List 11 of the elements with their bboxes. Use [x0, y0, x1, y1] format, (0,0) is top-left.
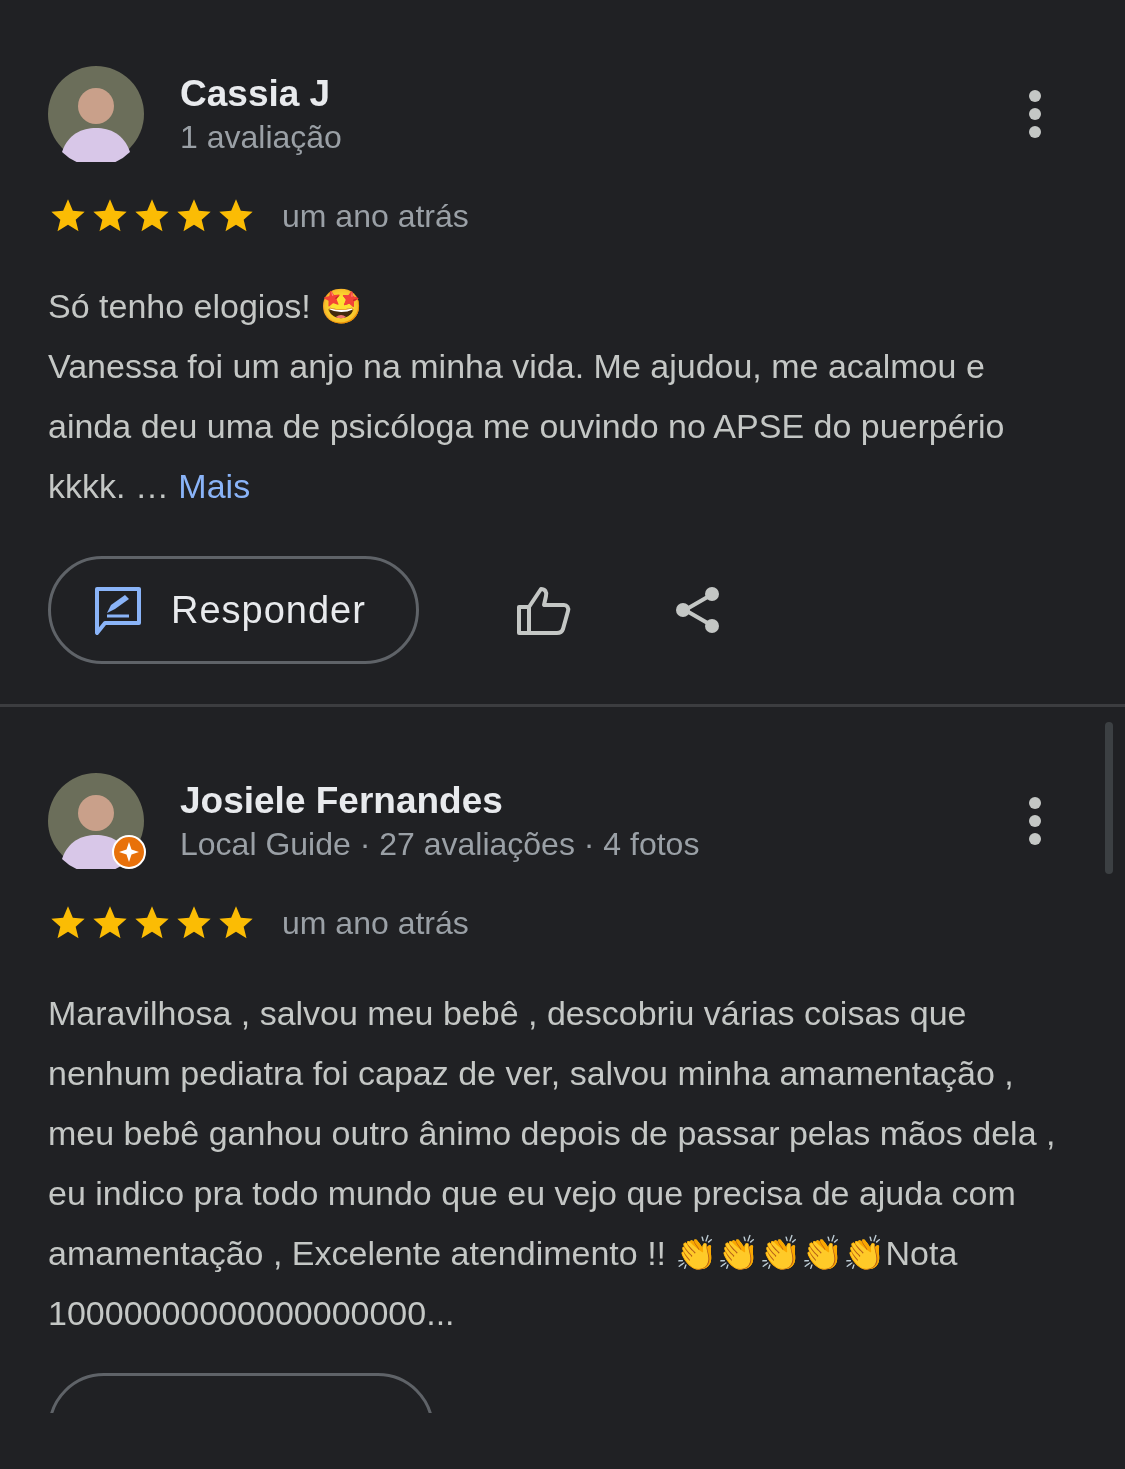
more-link[interactable]: Mais [178, 467, 251, 505]
review-text: Maravilhosa , salvou meu bebê , descobriu várias coisas que nenhum pediatra foi capaz de ver, salvou minha amamentação , meu bebê ganhou outro ânimo depois de passar pelas mãos dela , eu indico pra todo mundo que eu vejo que precisa de ajuda com amamentação , Excelente atendimento !! 👏👏👏👏👏Nota 10000000000000000000... [48, 993, 1057, 1334]
review-date: um ano atrás [282, 904, 469, 942]
reviewer-info: 1 avaliação [180, 118, 342, 156]
review-date: um ano atrás [282, 197, 469, 235]
reviewer-name[interactable]: Josiele Fernandes [180, 779, 989, 822]
scrollbar[interactable] [1105, 722, 1113, 874]
reviewer-info: Local Guide · 27 avaliações · 4 fotos [180, 825, 700, 863]
reply-button[interactable]: Responder [48, 556, 419, 664]
reviewer-name[interactable]: Cassia J [180, 72, 989, 115]
review-text: Só tenho elogios! 🤩 Vanessa foi um anjo na minha vida. Me ajudou, me acalmou e ainda deu uma de psicóloga me ouvindo no APSE do puerpério kkkk. … Mais [48, 286, 1006, 507]
